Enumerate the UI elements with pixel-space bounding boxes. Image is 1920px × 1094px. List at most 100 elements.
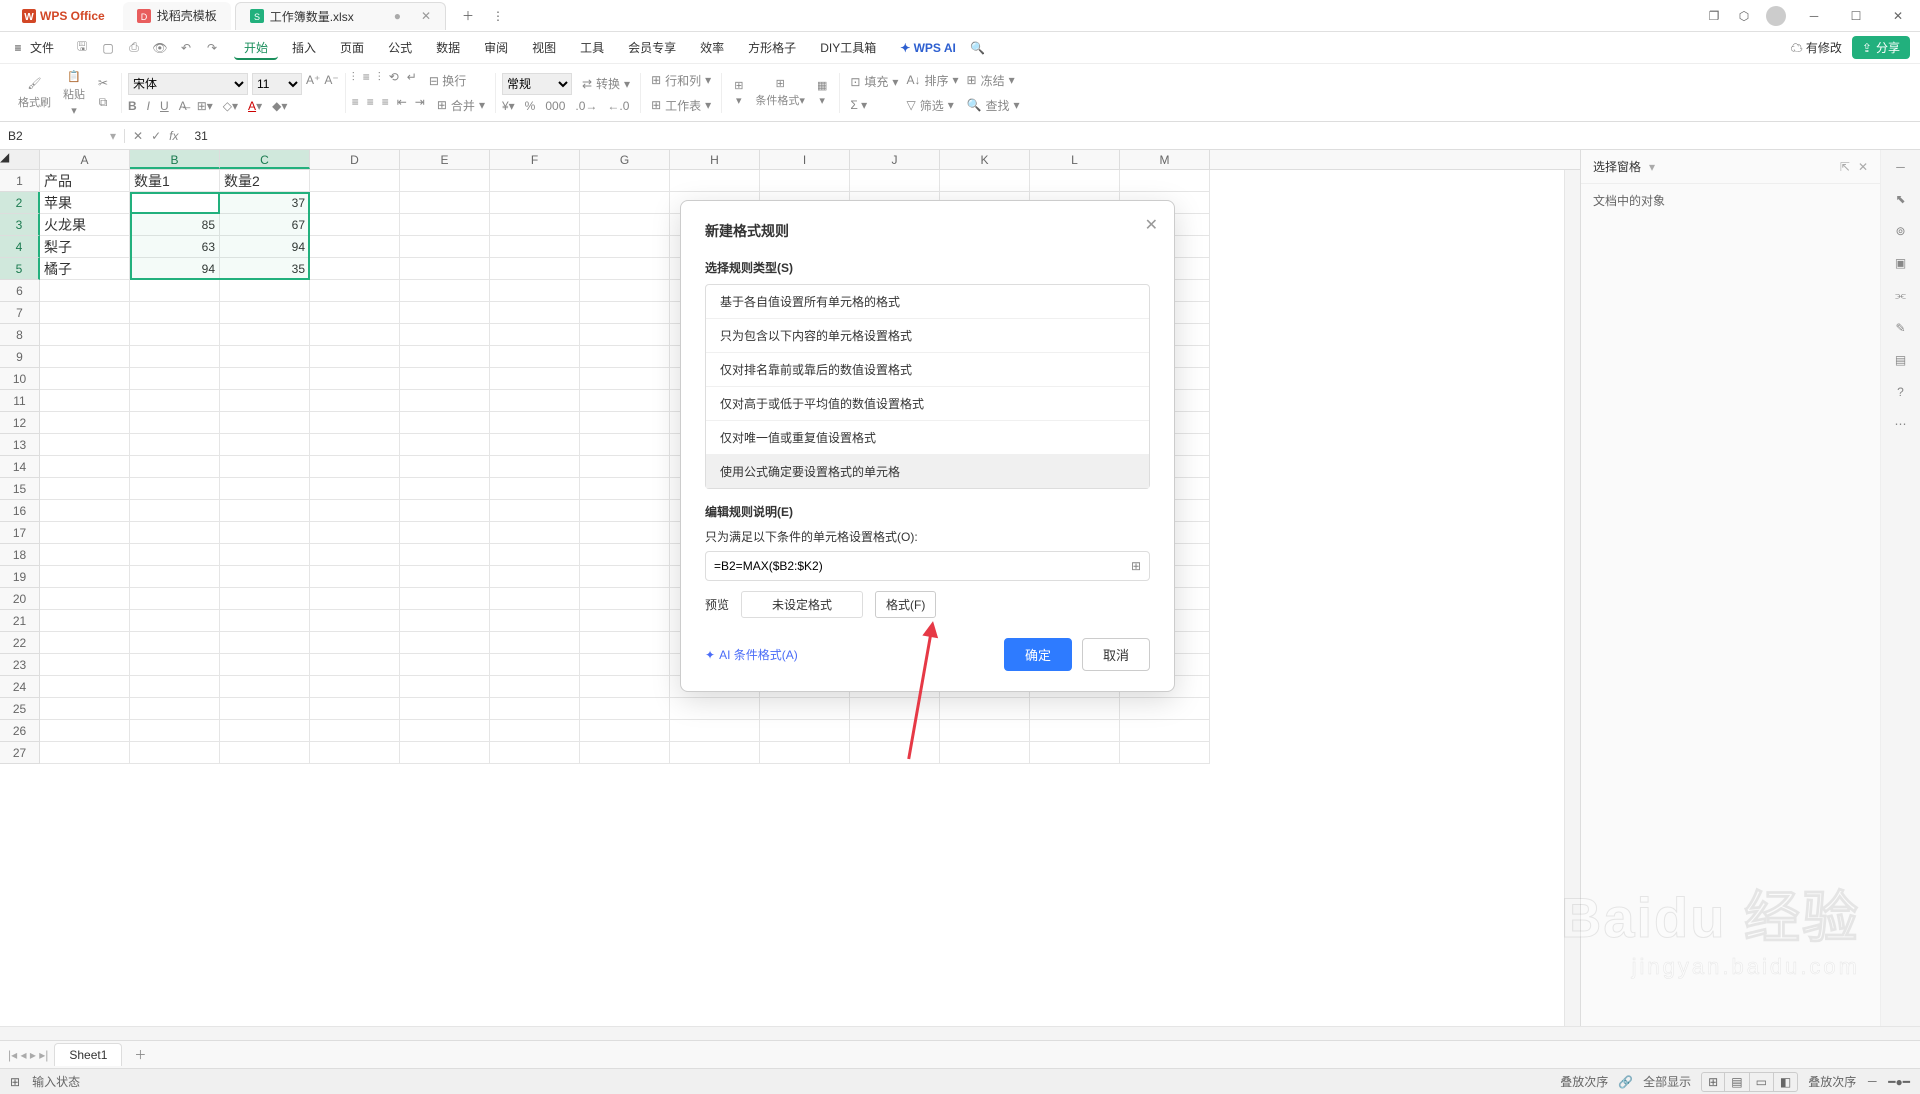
name-box[interactable]: B2▾ [0, 129, 125, 143]
cell[interactable] [490, 412, 580, 434]
convert-button[interactable]: ⇄ 转换▾ [578, 73, 634, 94]
row-header[interactable]: 22 [0, 632, 40, 654]
row-header[interactable]: 6 [0, 280, 40, 302]
cell[interactable]: 火龙果 [40, 214, 130, 236]
more-tool-icon[interactable]: ⋯ [1895, 417, 1907, 431]
cube-icon[interactable]: ⬡ [1736, 8, 1752, 24]
row-header[interactable]: 5 [0, 258, 40, 280]
cell[interactable] [310, 324, 400, 346]
wrap-button[interactable]: ⊟ 换行 [425, 70, 470, 91]
cell[interactable] [580, 324, 670, 346]
zoom-out-icon[interactable]: － [1866, 1073, 1878, 1090]
search-icon[interactable]: 🔍 [970, 40, 986, 56]
sum-button[interactable]: Σ ▾ [846, 96, 902, 114]
cell[interactable] [400, 434, 490, 456]
cell[interactable] [310, 566, 400, 588]
row-header[interactable]: 9 [0, 346, 40, 368]
cell[interactable]: 37 [220, 192, 310, 214]
cell[interactable] [400, 676, 490, 698]
layers-tool-icon[interactable]: ▣ [1895, 256, 1906, 270]
cell[interactable] [220, 522, 310, 544]
cell[interactable] [130, 676, 220, 698]
cell[interactable] [580, 742, 670, 764]
cell[interactable] [130, 500, 220, 522]
cell[interactable] [130, 456, 220, 478]
cell[interactable] [220, 588, 310, 610]
cell[interactable] [850, 170, 940, 192]
cell[interactable] [310, 544, 400, 566]
box-icon[interactable]: ❐ [1706, 8, 1722, 24]
italic-icon[interactable]: I [147, 99, 150, 113]
number-format-select[interactable]: 常规 [502, 73, 572, 95]
align-middle-icon[interactable]: ≡ [363, 70, 370, 91]
cell[interactable] [400, 720, 490, 742]
col-header[interactable]: E [400, 150, 490, 169]
cell[interactable] [490, 192, 580, 214]
cell[interactable] [310, 478, 400, 500]
cell[interactable] [400, 214, 490, 236]
cell[interactable] [40, 544, 130, 566]
cell[interactable] [580, 500, 670, 522]
align-bottom-icon[interactable]: ⫶ [378, 70, 381, 91]
cell[interactable] [850, 720, 940, 742]
cell[interactable] [40, 390, 130, 412]
row-header[interactable]: 3 [0, 214, 40, 236]
row-header[interactable]: 26 [0, 720, 40, 742]
print-icon[interactable]: ⎙ [126, 40, 142, 56]
col-header[interactable]: G [580, 150, 670, 169]
tab-member[interactable]: 会员专享 [618, 35, 686, 60]
row-header[interactable]: 16 [0, 500, 40, 522]
cell[interactable] [310, 676, 400, 698]
cell[interactable] [130, 632, 220, 654]
file-menu[interactable]: 文件 [30, 39, 54, 56]
align-right-icon[interactable]: ≡ [382, 95, 389, 116]
cell[interactable] [40, 456, 130, 478]
rowcol-button[interactable]: ⊞ 行和列▾ [647, 70, 715, 91]
cell[interactable] [580, 588, 670, 610]
row-header[interactable]: 18 [0, 544, 40, 566]
avatar[interactable] [1766, 6, 1786, 26]
cell[interactable]: 94 [130, 258, 220, 280]
cell[interactable] [220, 302, 310, 324]
orientation-icon[interactable]: ⟲ [389, 70, 399, 91]
cell[interactable] [580, 632, 670, 654]
cell[interactable] [220, 478, 310, 500]
row-header[interactable]: 4 [0, 236, 40, 258]
cell[interactable] [130, 610, 220, 632]
cell[interactable] [220, 324, 310, 346]
col-header[interactable]: C [220, 150, 310, 169]
border-icon[interactable]: ⊞▾ [197, 99, 213, 113]
format-painter-button[interactable]: 🖌格式刷 [12, 76, 57, 110]
cell[interactable] [580, 192, 670, 214]
cell[interactable] [400, 610, 490, 632]
cell[interactable] [310, 368, 400, 390]
cell[interactable] [400, 192, 490, 214]
cell[interactable] [400, 632, 490, 654]
stacking2-label[interactable]: 叠放次序 [1808, 1073, 1856, 1090]
cell[interactable] [310, 456, 400, 478]
percent-icon[interactable]: % [525, 99, 536, 113]
row-header[interactable]: 23 [0, 654, 40, 676]
cell[interactable] [400, 544, 490, 566]
cell[interactable] [310, 632, 400, 654]
cell[interactable] [400, 478, 490, 500]
cell[interactable] [310, 280, 400, 302]
col-header[interactable]: H [670, 150, 760, 169]
rule-type-item[interactable]: 使用公式确定要设置格式的单元格 [706, 455, 1149, 488]
worksheet-button[interactable]: ⊞ 工作表▾ [647, 95, 715, 116]
cell[interactable] [940, 742, 1030, 764]
align-top-icon[interactable]: ⫶ [352, 70, 355, 91]
row-header[interactable]: 27 [0, 742, 40, 764]
cell[interactable] [40, 654, 130, 676]
highlight-icon[interactable]: ◆▾ [272, 99, 287, 113]
cell[interactable] [490, 478, 580, 500]
tab-view[interactable]: 视图 [522, 35, 566, 60]
cell[interactable] [220, 720, 310, 742]
row-header[interactable]: 7 [0, 302, 40, 324]
cell[interactable] [310, 214, 400, 236]
cell[interactable] [490, 214, 580, 236]
row-header[interactable]: 2 [0, 192, 40, 214]
cell[interactable] [940, 720, 1030, 742]
row-header[interactable]: 13 [0, 434, 40, 456]
cell[interactable] [310, 302, 400, 324]
